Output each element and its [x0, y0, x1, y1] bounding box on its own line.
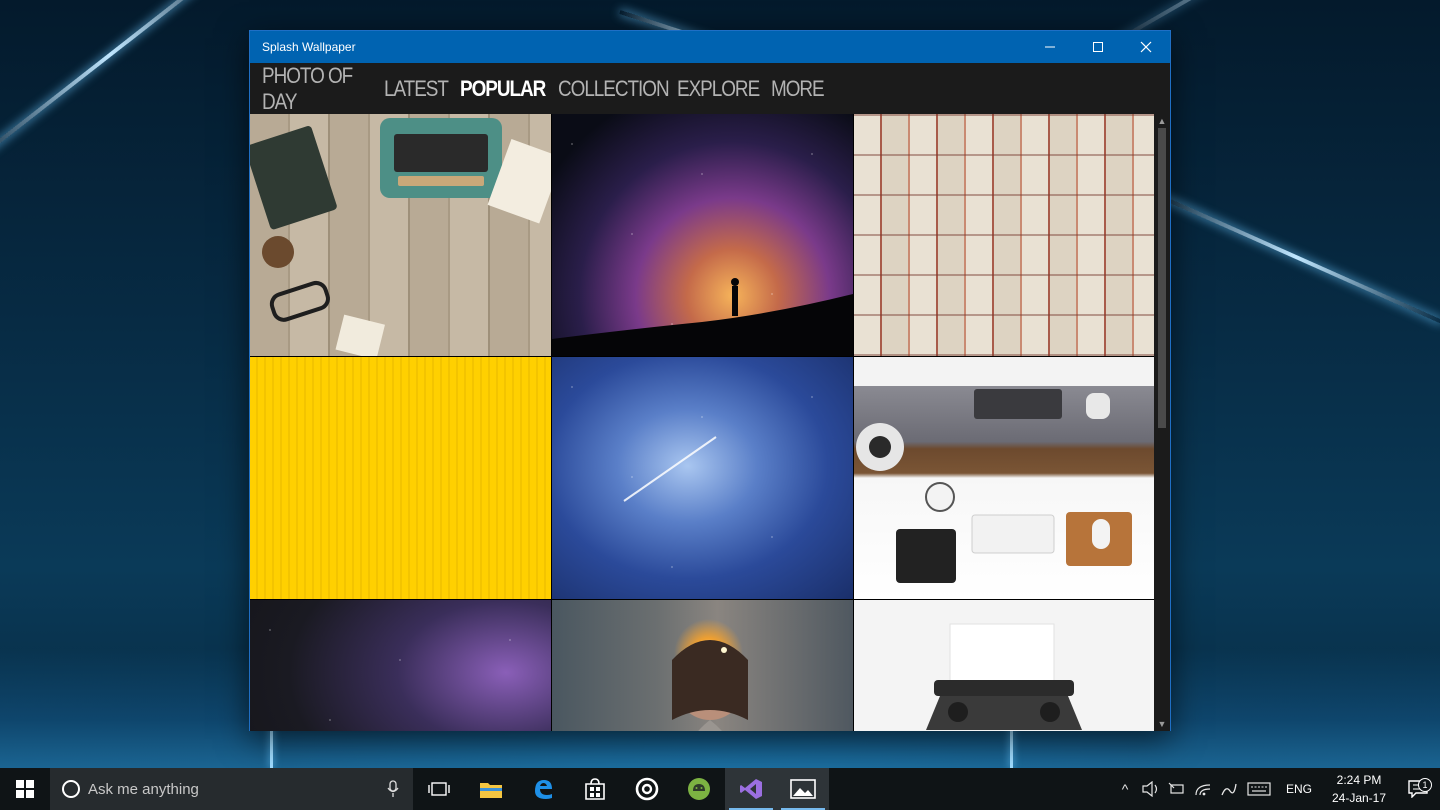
typewriter-image — [250, 118, 551, 356]
clock-time: 2:24 PM — [1336, 773, 1382, 787]
tab-collection[interactable]: COLLECTION — [558, 76, 670, 102]
close-button[interactable] — [1122, 31, 1170, 63]
sparkler-image — [672, 640, 748, 731]
task-view-button[interactable] — [413, 768, 465, 810]
visual-studio-button[interactable] — [725, 768, 777, 810]
scroll-up-arrow-icon[interactable]: ▲ — [1157, 116, 1167, 126]
window-title: Splash Wallpaper — [262, 40, 356, 54]
cortana-icon — [62, 780, 80, 798]
category-nav: PHOTO OF DAY LATEST POPULAR COLLECTION E… — [250, 63, 1170, 114]
wallpaper-tile-yellow-texture[interactable] — [250, 357, 551, 599]
wallpaper-light-streak — [0, 0, 261, 174]
file-explorer-button[interactable] — [465, 768, 517, 810]
wallpaper-grid — [250, 114, 1155, 731]
scrollbar-thumb[interactable] — [1158, 128, 1166, 428]
wallpaper-tile-milky-way[interactable] — [552, 114, 853, 356]
notification-count-badge: 1 — [1418, 778, 1432, 792]
volume-icon[interactable] — [1138, 781, 1164, 797]
splash-wallpaper-taskbar-button[interactable] — [777, 768, 829, 810]
android-icon — [688, 778, 710, 800]
workspace-image — [856, 389, 1132, 583]
android-app-button[interactable] — [673, 768, 725, 810]
search-placeholder: Ask me anything — [88, 780, 199, 798]
wallpaper-tile-starry-sky[interactable] — [552, 357, 853, 599]
clock[interactable]: 2:24 PM 24-Jan-17 — [1322, 771, 1396, 807]
file-explorer-icon — [480, 783, 502, 798]
store-button[interactable] — [569, 768, 621, 810]
action-center-button[interactable]: 1 — [1396, 778, 1440, 798]
input-language-indicator[interactable]: ENG — [1286, 782, 1312, 796]
wallpaper-tile-workspace[interactable] — [854, 357, 1155, 599]
edge-icon — [535, 780, 552, 799]
minimize-icon — [1045, 46, 1055, 48]
splash-wallpaper-icon — [790, 779, 816, 799]
groove-icon — [635, 777, 659, 801]
start-button[interactable] — [0, 768, 50, 810]
stars-texture — [250, 600, 551, 731]
system-tray: ^ ENG 2:24 PM 24-Jan-17 1 — [1112, 768, 1440, 810]
wallpaper-tile-typewriter-desk[interactable] — [250, 114, 551, 356]
show-hidden-icons-chevron-icon[interactable]: ^ — [1112, 781, 1138, 797]
tab-explore[interactable]: EXPLORE — [677, 76, 760, 102]
silhouette-image — [552, 278, 853, 356]
tab-popular[interactable]: POPULAR — [460, 76, 546, 102]
wallpaper-tile-sparkler[interactable] — [552, 600, 853, 731]
scroll-down-arrow-icon[interactable]: ▼ — [1157, 719, 1167, 729]
wallpaper-gallery — [250, 114, 1155, 731]
wallpaper-tile-open-books[interactable] — [854, 114, 1155, 356]
title-bar[interactable]: Splash Wallpaper — [250, 31, 1170, 63]
wallpaper-tile-vintage-typewriter[interactable] — [854, 600, 1155, 731]
tab-latest[interactable]: LATEST — [384, 76, 449, 102]
tab-more[interactable]: MORE — [771, 76, 825, 102]
pen-workspace-icon[interactable] — [1216, 781, 1242, 797]
windows-logo-icon — [16, 780, 34, 798]
clock-date: 24-Jan-17 — [1331, 791, 1387, 805]
minimize-button[interactable] — [1026, 31, 1074, 63]
microphone-icon[interactable] — [387, 780, 399, 798]
task-view-icon — [428, 782, 450, 796]
tab-photo-of-day[interactable]: PHOTO OF DAY — [262, 63, 363, 115]
wifi-icon[interactable] — [1190, 782, 1216, 796]
vintage-typewriter-image — [926, 623, 1082, 730]
meteor-image — [623, 436, 717, 502]
wallpaper-tile-night-sky[interactable] — [250, 600, 551, 731]
store-icon — [585, 778, 605, 800]
gallery-scrollbar[interactable]: ▲ ▼ — [1154, 114, 1170, 731]
cortana-search-box[interactable]: Ask me anything — [50, 768, 413, 810]
wallpaper-light-streak — [1149, 190, 1440, 324]
taskbar: Ask me anything ^ ENG 2:24 PM 24-Jan-17 … — [0, 768, 1440, 810]
touch-keyboard-icon[interactable] — [1242, 782, 1276, 796]
visual-studio-icon — [740, 779, 762, 799]
battery-icon[interactable] — [1164, 782, 1190, 796]
close-icon — [1140, 41, 1152, 53]
groove-music-button[interactable] — [621, 768, 673, 810]
maximize-button[interactable] — [1074, 31, 1122, 63]
edge-browser-button[interactable] — [517, 768, 569, 810]
app-window: Splash Wallpaper PHOTO OF DAY LATEST POP… — [249, 30, 1171, 731]
maximize-icon — [1093, 42, 1103, 52]
